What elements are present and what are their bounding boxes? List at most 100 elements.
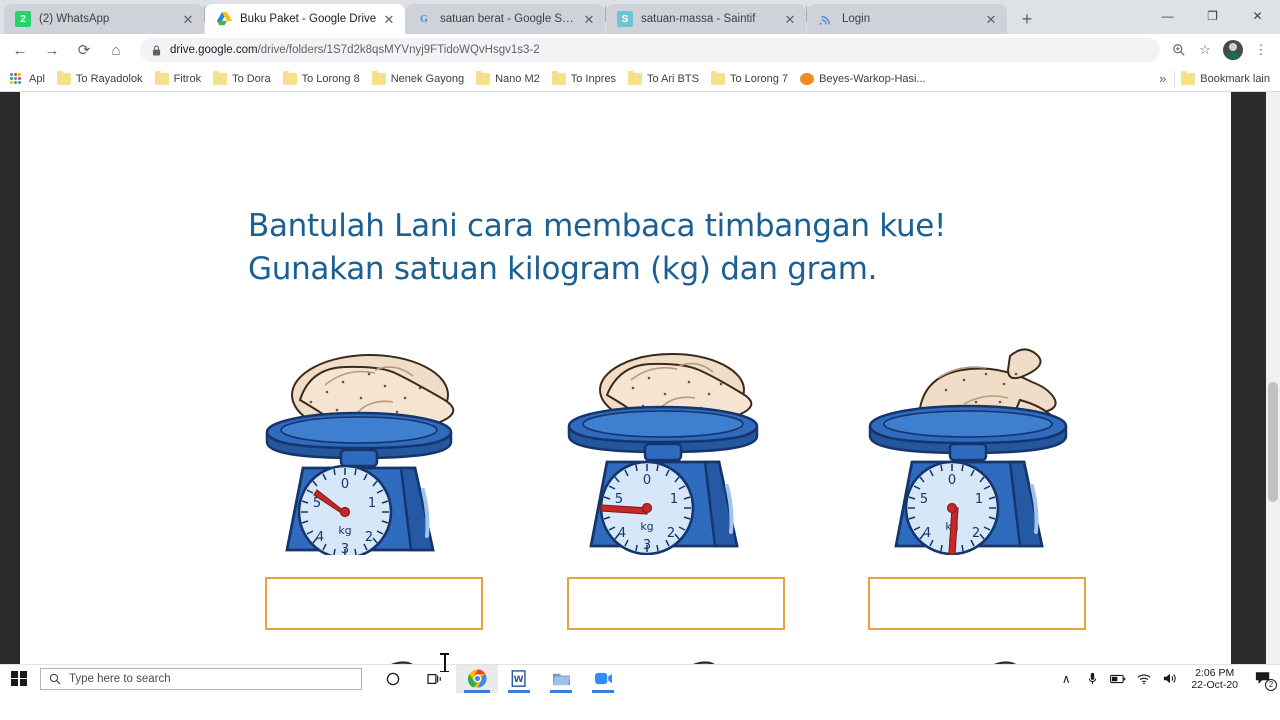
- bookmarks-bar: Apl To Rayadolok Fitrok To Dora To Loron…: [0, 66, 1280, 92]
- bookmark-to-lorong-8[interactable]: To Lorong 8: [277, 68, 366, 90]
- folder-icon: [551, 70, 566, 85]
- tab-title: satuan-massa - Saintif: [641, 13, 756, 25]
- dial-tick-1: 1: [368, 496, 376, 511]
- dial-tick-0: 0: [341, 477, 349, 492]
- bookmarks-overflow-icon[interactable]: »: [1151, 71, 1174, 86]
- folder-icon: [710, 70, 725, 85]
- back-button[interactable]: ←: [6, 36, 34, 64]
- windows-logo-icon: [11, 670, 27, 687]
- answer-box-1[interactable]: [265, 577, 483, 630]
- tab-title: Login: [842, 13, 871, 25]
- word-taskbar-icon[interactable]: W: [498, 665, 540, 693]
- tab-close-icon[interactable]: ✕: [581, 11, 597, 27]
- scrollbar-thumb[interactable]: [1268, 382, 1278, 502]
- folder-icon: [154, 70, 169, 85]
- folder-icon: [213, 70, 228, 85]
- tab-buku-paket-google-drive[interactable]: Buku Paket - Google Drive ✕: [205, 4, 405, 34]
- saintif-icon: S: [617, 11, 633, 27]
- folder-icon: [56, 70, 71, 85]
- tab-satuan-berat-google-search[interactable]: G satuan berat - Google Search ✕: [405, 4, 605, 34]
- scale-3: 0 1 2 3 4 5 kg: [868, 340, 1083, 555]
- bookmark-fitrok[interactable]: Fitrok: [149, 68, 208, 90]
- tab-title: Buku Paket - Google Drive: [240, 13, 377, 25]
- search-placeholder-text: Type here to search: [69, 672, 171, 685]
- cortana-button[interactable]: [372, 665, 414, 693]
- dial-tick-3: 3: [643, 538, 651, 553]
- bookmark-label: Nano M2: [495, 72, 540, 85]
- bookmark-to-ari-bts[interactable]: To Ari BTS: [622, 68, 705, 90]
- start-button[interactable]: [0, 665, 38, 693]
- tab-strip: 2 (2) WhatsApp ✕ Buku Paket - Google Dri…: [0, 0, 1280, 34]
- answer-box-3[interactable]: [868, 577, 1086, 630]
- bookmark-beyes-warkop[interactable]: Beyes-Warkop-Hasi...: [794, 68, 932, 90]
- tab-close-icon[interactable]: ✕: [381, 11, 397, 27]
- bookmark-nenek-gayong[interactable]: Nenek Gayong: [366, 68, 470, 90]
- bookmark-to-lorong-7[interactable]: To Lorong 7: [705, 68, 794, 90]
- taskbar-clock[interactable]: 2:06 PM 22-Oct-20: [1183, 667, 1246, 691]
- volume-icon[interactable]: [1157, 665, 1183, 693]
- bookmark-nano-m2[interactable]: Nano M2: [470, 68, 546, 90]
- bookmark-to-inpres[interactable]: To Inpres: [546, 68, 622, 90]
- explorer-taskbar-icon[interactable]: [540, 665, 582, 693]
- url-path: /drive/folders/1S7d2k8qsMYVnyj9FTidoWQvH…: [257, 44, 540, 56]
- dial-tick-0: 0: [948, 473, 956, 488]
- tab-whatsapp[interactable]: 2 (2) WhatsApp ✕: [4, 4, 204, 34]
- windows-taskbar: Type here to search W ∧ 2:06 PM 22-Oct-2…: [0, 664, 1280, 693]
- bookmark-other[interactable]: Bookmark lain: [1175, 68, 1276, 90]
- folder-icon: [476, 70, 491, 85]
- dial-tick-4: 4: [618, 526, 626, 541]
- reload-button[interactable]: ⟳: [70, 36, 98, 64]
- heading-line-1: Bantulah Lani cara membaca timbangan kue…: [248, 208, 947, 244]
- bookmark-label: Fitrok: [173, 72, 202, 85]
- notification-badge: 2: [1265, 678, 1277, 691]
- task-view-button[interactable]: [414, 665, 456, 693]
- dial-tick-5: 5: [615, 492, 623, 507]
- dial-tick-0: 0: [643, 473, 651, 488]
- answer-box-2[interactable]: [567, 577, 785, 630]
- forward-button[interactable]: →: [38, 36, 66, 64]
- scales-row: 0 1 2 3 4 5 kg 0 1 2 3 4 5 kg 0 1 2 4 5: [20, 340, 1231, 560]
- close-window-button[interactable]: ✕: [1235, 0, 1280, 32]
- beyes-icon: [800, 72, 815, 85]
- folder-icon: [1181, 70, 1196, 85]
- tab-close-icon[interactable]: ✕: [782, 11, 798, 27]
- folder-icon: [282, 70, 297, 85]
- new-tab-button[interactable]: +: [1013, 5, 1041, 33]
- zoom-taskbar-icon[interactable]: [582, 665, 624, 693]
- tab-satuan-massa-saintif[interactable]: S satuan-massa - Saintif ✕: [606, 4, 806, 34]
- clock-date: 22-Oct-20: [1191, 678, 1238, 691]
- notification-center-button[interactable]: 2: [1246, 665, 1280, 693]
- wifi-icon[interactable]: [1131, 665, 1157, 693]
- dial-tick-2: 2: [972, 526, 980, 541]
- bookmark-to-rayadolok[interactable]: To Rayadolok: [51, 68, 149, 90]
- minimize-button[interactable]: —: [1145, 0, 1190, 32]
- chrome-menu-icon[interactable]: ⋮: [1248, 37, 1274, 63]
- maximize-button[interactable]: ❐: [1190, 0, 1235, 32]
- tab-close-icon[interactable]: ✕: [180, 11, 196, 27]
- search-icon: [49, 673, 61, 685]
- bookmark-apps[interactable]: Apl: [4, 68, 51, 90]
- bookmark-label: Beyes-Warkop-Hasi...: [819, 72, 926, 85]
- microphone-icon[interactable]: [1079, 665, 1105, 693]
- tray-chevron-icon[interactable]: ∧: [1053, 665, 1079, 693]
- page-title: Bantulah Lani cara membaca timbangan kue…: [248, 205, 1148, 291]
- battery-icon[interactable]: [1105, 665, 1131, 693]
- clock-time: 2:06 PM: [1195, 666, 1235, 679]
- bookmark-to-dora[interactable]: To Dora: [207, 68, 277, 90]
- window-controls: — ❐ ✕: [1145, 0, 1280, 32]
- bookmark-label: To Lorong 7: [729, 72, 789, 85]
- chrome-taskbar-icon[interactable]: [456, 664, 498, 693]
- profile-avatar[interactable]: [1223, 40, 1243, 60]
- tab-login[interactable]: Login ✕: [807, 4, 1007, 34]
- tab-close-icon[interactable]: ✕: [983, 11, 999, 27]
- dial-tick-5: 5: [920, 492, 928, 507]
- address-bar[interactable]: drive.google.com/drive/folders/1S7d2k8qs…: [140, 38, 1160, 62]
- vertical-scrollbar[interactable]: [1266, 92, 1280, 692]
- url-domain: drive.google.com: [170, 44, 258, 56]
- home-button[interactable]: ⌂: [102, 36, 130, 64]
- taskbar-search-input[interactable]: Type here to search: [40, 667, 362, 690]
- zoom-icon[interactable]: [1166, 37, 1192, 63]
- apps-grid-icon: [10, 72, 24, 85]
- bookmark-label: To Rayadolok: [75, 72, 143, 85]
- bookmark-star-icon[interactable]: ☆: [1192, 37, 1218, 63]
